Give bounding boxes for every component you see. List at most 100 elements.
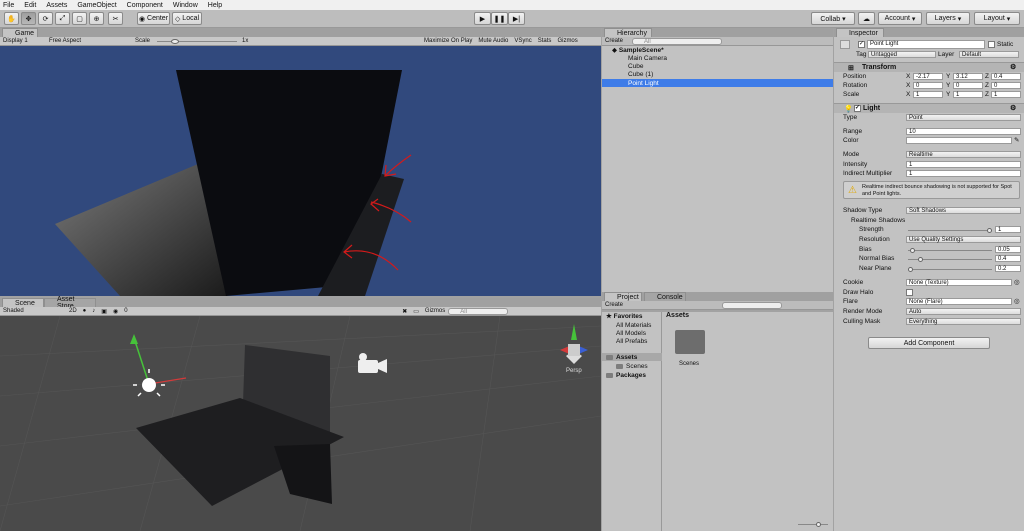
rect-tool-icon[interactable]: ▢ xyxy=(72,12,87,25)
gizmos-toggle[interactable]: Gizmos xyxy=(554,38,580,44)
step-button[interactable]: ▶| xyxy=(508,12,525,25)
menu-component[interactable]: Component xyxy=(127,2,163,9)
fav-item[interactable]: All Models xyxy=(602,329,662,337)
account-button[interactable]: Account ▾ xyxy=(878,12,922,25)
culling-dropdown[interactable]: Everything xyxy=(906,318,1021,325)
collab-button[interactable]: Collab ▾ xyxy=(811,12,855,25)
active-checkbox[interactable]: ✓ xyxy=(858,41,865,48)
scenes-folder-icon[interactable] xyxy=(675,330,705,354)
icon-size-slider[interactable] xyxy=(798,522,828,527)
position-x-field[interactable]: -2.17 xyxy=(913,73,943,80)
move-tool-icon[interactable]: ✥ xyxy=(21,12,36,25)
lighting-icon[interactable]: ● xyxy=(80,308,90,314)
resolution-dropdown[interactable]: Use Quality Settings xyxy=(906,236,1021,243)
scale-z-field[interactable]: 1 xyxy=(991,91,1021,98)
scale-slider[interactable] xyxy=(153,37,239,46)
scene-gizmos-dropdown[interactable]: Gizmos xyxy=(422,308,448,314)
menu-window[interactable]: Window xyxy=(173,2,198,9)
packages-row[interactable]: Packages xyxy=(602,371,662,379)
scale-tool-icon[interactable]: ⤢ xyxy=(55,12,70,25)
tag-dropdown[interactable]: Untagged xyxy=(868,51,936,58)
position-y-field[interactable]: 3.12 xyxy=(953,73,983,80)
bias-slider[interactable] xyxy=(908,248,992,253)
color-swatch[interactable] xyxy=(906,137,1012,144)
type-dropdown[interactable]: Point xyxy=(906,114,1021,121)
range-field[interactable]: 10 xyxy=(906,128,1021,135)
eyedropper-icon[interactable]: ✎ xyxy=(1014,136,1019,144)
strength-knob[interactable] xyxy=(987,228,992,233)
rotation-y-field[interactable]: 0 xyxy=(953,82,983,89)
light-header[interactable]: 💡 ✓ Light ⚙ xyxy=(834,103,1024,113)
menu-help[interactable]: Help xyxy=(208,2,222,9)
rotation-x-field[interactable]: 0 xyxy=(913,82,943,89)
settings-gear-icon[interactable]: ⚙ xyxy=(1010,104,1016,112)
strength-field[interactable]: 1 xyxy=(995,226,1021,233)
hierarchy-item-point-light[interactable]: Point Light xyxy=(602,79,833,87)
layout-button[interactable]: Layout ▾ xyxy=(974,12,1020,25)
scale-x-field[interactable]: 1 xyxy=(913,91,943,98)
maximize-on-play-toggle[interactable]: Maximize On Play xyxy=(421,38,475,44)
shadow-type-dropdown[interactable]: Soft Shadows xyxy=(906,207,1021,214)
tab-asset-store[interactable]: Asset Store xyxy=(44,296,96,310)
layers-button[interactable]: Layers ▾ xyxy=(926,12,970,25)
pivot-local-button[interactable]: ◇ Local xyxy=(172,12,202,25)
aspect-dropdown[interactable]: Free Aspect xyxy=(46,38,132,44)
pivot-center-button[interactable]: ◉ Center xyxy=(137,12,170,25)
scene-viewport[interactable]: Persp xyxy=(0,316,601,531)
hand-tool-icon[interactable]: ✋ xyxy=(4,12,19,25)
fav-item[interactable]: All Materials xyxy=(602,321,662,329)
menu-assets[interactable]: Assets xyxy=(46,2,67,9)
fav-item[interactable]: All Prefabs xyxy=(602,337,662,345)
tab-inspector[interactable]: Inspector xyxy=(836,28,884,37)
rotate-tool-icon[interactable]: ⟳ xyxy=(38,12,53,25)
play-button[interactable]: ▶ xyxy=(474,12,491,25)
hierarchy-item-main-camera[interactable]: Main Camera xyxy=(602,54,833,62)
layer-dropdown[interactable]: Default xyxy=(959,51,1019,58)
display-dropdown[interactable]: Display 1 xyxy=(0,38,46,44)
game-viewport[interactable] xyxy=(0,46,601,296)
tab-game[interactable]: Game xyxy=(2,28,38,37)
normal-bias-knob[interactable] xyxy=(918,257,924,262)
mode-2d-toggle[interactable]: 2D xyxy=(66,308,80,314)
object-picker-icon[interactable]: ◎ xyxy=(1014,297,1020,305)
audio-icon[interactable]: ♪ xyxy=(89,308,98,314)
mute-audio-toggle[interactable]: Mute Audio xyxy=(475,38,511,44)
object-name-field[interactable]: Point Light xyxy=(867,40,985,49)
assets-row[interactable]: Assets xyxy=(602,353,662,361)
bias-field[interactable]: 0.05 xyxy=(995,246,1021,253)
menu-edit[interactable]: Edit xyxy=(24,2,36,9)
flare-field[interactable]: None (Flare) xyxy=(906,298,1012,305)
tab-console[interactable]: Console xyxy=(644,292,686,301)
normal-bias-field[interactable]: 0.4 xyxy=(995,255,1021,262)
hierarchy-item-cube[interactable]: Cube xyxy=(602,62,833,70)
scenes-tree-row[interactable]: Scenes xyxy=(602,362,662,370)
hidden-objects-icon[interactable]: ◉ xyxy=(110,308,121,315)
tools-icon[interactable]: ✖ xyxy=(399,308,410,315)
transform-header[interactable]: ⊞ Transform ⚙ xyxy=(834,62,1024,72)
hierarchy-create-dropdown[interactable]: Create xyxy=(602,38,626,44)
cloud-icon[interactable]: ☁ xyxy=(858,12,875,25)
project-create-dropdown[interactable]: Create xyxy=(602,302,722,308)
near-plane-knob[interactable] xyxy=(908,267,913,272)
stats-toggle[interactable]: Stats xyxy=(535,38,555,44)
hierarchy-search-input[interactable]: All xyxy=(632,37,723,45)
cookie-field[interactable]: None (Texture) xyxy=(906,279,1012,286)
transform-tool-icon[interactable]: ⊕ xyxy=(89,12,104,25)
project-search-input[interactable] xyxy=(722,301,782,309)
rotation-z-field[interactable]: 0 xyxy=(991,82,1021,89)
scene-search-input[interactable]: All xyxy=(448,307,509,315)
shading-dropdown[interactable]: Shaded xyxy=(0,308,66,314)
settings-gear-icon[interactable]: ⚙ xyxy=(1010,63,1016,71)
add-component-button[interactable]: Add Component xyxy=(868,337,990,349)
scale-y-field[interactable]: 1 xyxy=(953,91,983,98)
light-enabled-checkbox[interactable]: ✓ xyxy=(854,105,861,112)
favorites-row[interactable]: ★ Favorites xyxy=(602,312,662,321)
indirect-field[interactable]: 1 xyxy=(906,170,1021,177)
menu-file[interactable]: File xyxy=(3,2,14,9)
image-fx-icon[interactable]: ▣ xyxy=(98,308,110,315)
normal-bias-slider[interactable] xyxy=(908,257,992,262)
position-z-field[interactable]: 0.4 xyxy=(991,73,1021,80)
custom-tool-icon[interactable]: ✂ xyxy=(108,12,123,25)
vsync-toggle[interactable]: VSync xyxy=(511,38,534,44)
render-mode-dropdown[interactable]: Auto xyxy=(906,308,1021,315)
